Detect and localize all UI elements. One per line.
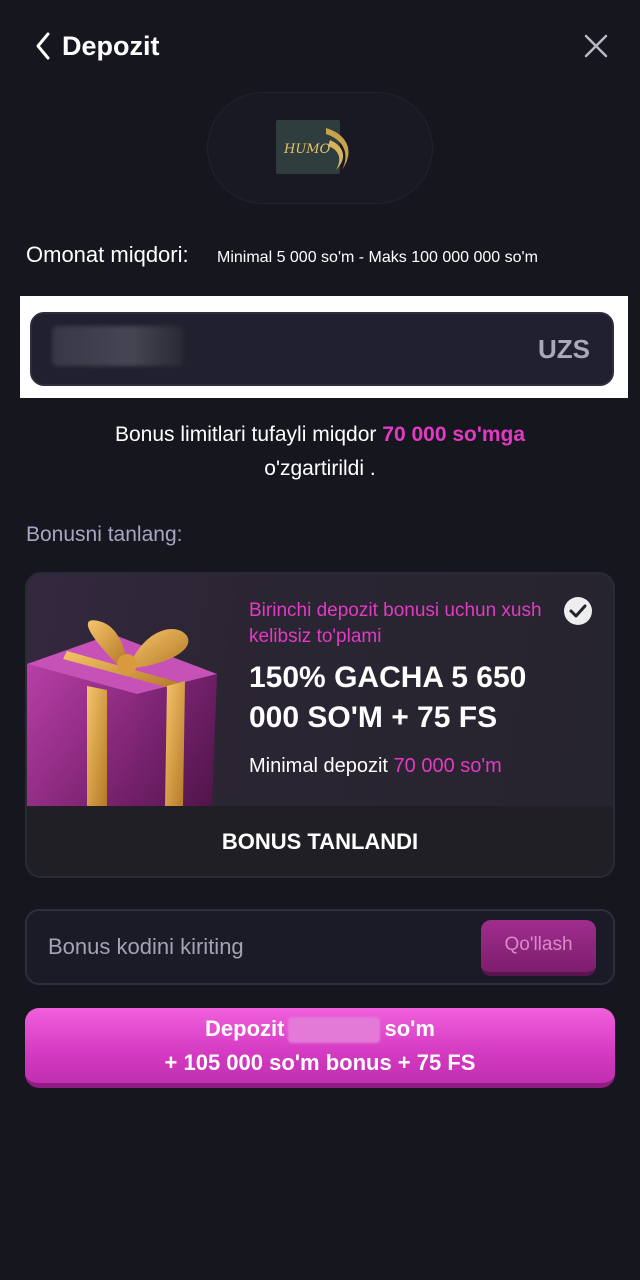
bonus-title: 150% GACHA 5 650 000 SO'M + 75 FS xyxy=(249,661,527,734)
gift-box-icon xyxy=(27,620,217,806)
apply-promo-button[interactable]: Qo'llash xyxy=(481,920,596,976)
deposit-amount-redacted xyxy=(288,1017,381,1044)
bonus-card-body: Birinchi depozit bonusi uchun xush kelib… xyxy=(27,574,613,806)
bonus-min-label: Minimal depozit xyxy=(249,755,388,777)
bonus-min-value: 70 000 so'm xyxy=(393,755,502,777)
back-chevron-icon[interactable] xyxy=(30,28,56,64)
humo-logo: HUMO xyxy=(276,120,349,174)
notice-text-after: o'zgartirildi . xyxy=(264,457,376,480)
amount-label: Omonat miqdori: xyxy=(26,242,189,267)
bonus-limit-notice: Bonus limitlari tufayli miqdor 70 000 so… xyxy=(40,418,600,486)
promo-code-placeholder: Bonus kodini kiriting xyxy=(48,934,244,959)
bonus-selected-button[interactable]: BONUS TANLANDI xyxy=(27,806,613,876)
deposit-suffix: so'm xyxy=(384,1016,435,1041)
bonus-card[interactable]: Birinchi depozit bonusi uchun xush kelib… xyxy=(25,572,615,878)
bonus-min-deposit: Minimal depozit 70 000 so'm xyxy=(249,750,502,782)
amount-value-redacted xyxy=(52,326,184,366)
deposit-prefix: Depozit xyxy=(205,1016,285,1041)
page-title: Depozit xyxy=(62,31,160,61)
amount-limits: Minimal 5 000 so'm - Maks 100 000 000 so… xyxy=(217,249,538,266)
bonus-heading: Bonusni tanlang: xyxy=(26,523,183,546)
currency-label: UZS xyxy=(538,334,590,364)
deposit-button[interactable]: Depozit so'm + 105 000 so'm bonus + 75 FS xyxy=(25,1008,615,1088)
svg-text:HUMO: HUMO xyxy=(283,142,331,157)
notice-highlight-amount: 70 000 so'mga xyxy=(382,423,526,446)
check-circle-icon xyxy=(564,597,592,625)
bonus-intro-text: Birinchi depozit bonusi uchun xush kelib… xyxy=(249,600,542,647)
deposit-button-line1: Depozit so'm xyxy=(25,1012,615,1046)
deposit-button-line2: + 105 000 so'm bonus + 75 FS xyxy=(164,1050,476,1075)
notice-text: Bonus limitlari tufayli miqdor xyxy=(114,423,377,446)
close-icon[interactable] xyxy=(582,32,610,60)
